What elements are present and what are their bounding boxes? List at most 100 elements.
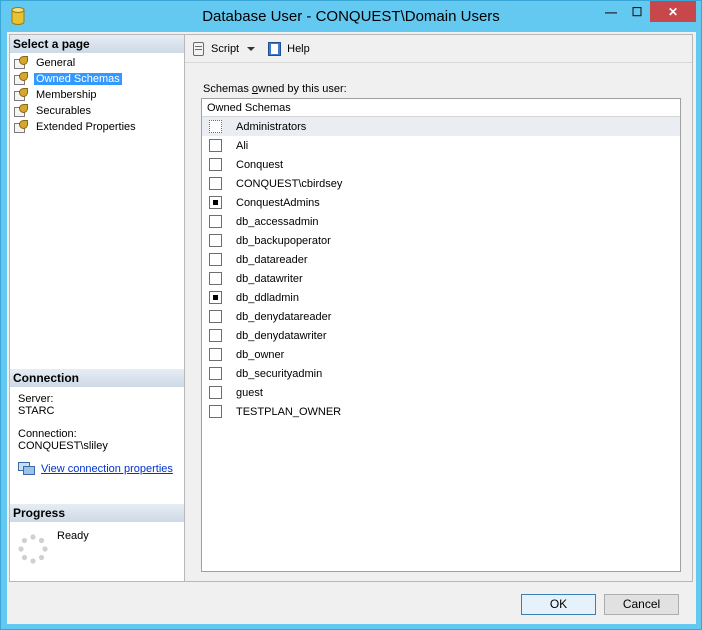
- schema-checkbox[interactable]: [209, 234, 222, 247]
- schema-checkbox[interactable]: [209, 405, 222, 418]
- page-wrench-icon: [13, 120, 29, 134]
- window-title: Database User - CONQUEST\Domain Users: [202, 8, 500, 25]
- schema-row[interactable]: db_datawriter: [202, 269, 680, 288]
- script-button[interactable]: Script: [191, 41, 256, 57]
- schema-checkbox[interactable]: [209, 139, 222, 152]
- schema-row[interactable]: Conquest: [202, 155, 680, 174]
- progress-spinner-icon: [18, 534, 48, 564]
- dialog-client: Select a page General Owned Schemas Member…: [7, 32, 696, 624]
- schema-row[interactable]: guest: [202, 383, 680, 402]
- help-button[interactable]: Help: [267, 41, 310, 57]
- connection-header: Connection: [10, 369, 184, 387]
- page-item-label: Extended Properties: [36, 121, 136, 133]
- schema-name: db_datareader: [236, 253, 308, 266]
- page-wrench-icon: [13, 72, 29, 86]
- schema-row[interactable]: db_backupoperator: [202, 231, 680, 250]
- schema-name: db_accessadmin: [236, 215, 319, 228]
- schema-name: db_securityadmin: [236, 367, 323, 380]
- page-item-label: General: [36, 57, 76, 69]
- schema-checkbox[interactable]: [209, 348, 222, 361]
- schema-checkbox[interactable]: [209, 120, 222, 133]
- schema-row[interactable]: db_securityadmin: [202, 364, 680, 383]
- server-value: STARC: [18, 405, 55, 417]
- dialog-window: Database User - CONQUEST\Domain Users — …: [0, 0, 702, 630]
- schema-row[interactable]: ConquestAdmins: [202, 193, 680, 212]
- schema-name: db_denydatareader: [236, 310, 332, 323]
- help-label: Help: [287, 42, 310, 55]
- schema-name: db_owner: [236, 348, 285, 361]
- page-item-label: Membership: [36, 89, 97, 101]
- dialog-footer: OK Cancel: [7, 584, 696, 624]
- schema-row[interactable]: db_denydatawriter: [202, 326, 680, 345]
- schema-row[interactable]: db_datareader: [202, 250, 680, 269]
- schema-name: guest: [236, 386, 263, 399]
- view-connection-properties-link[interactable]: View connection properties: [41, 463, 173, 475]
- schema-checkbox[interactable]: [209, 291, 222, 304]
- toolbar: Script Help: [185, 35, 692, 63]
- schema-name: TESTPLAN_OWNER: [236, 405, 342, 418]
- owned-schemas-grid: Owned Schemas Administrators Ali Conquest C…: [201, 98, 681, 572]
- schema-row[interactable]: db_owner: [202, 345, 680, 364]
- schema-checkbox[interactable]: [209, 386, 222, 399]
- page-item-extended-properties[interactable]: Extended Properties: [10, 119, 184, 135]
- page-item-label: Owned Schemas: [34, 73, 122, 85]
- page-list: General Owned Schemas Membership Securables…: [10, 53, 184, 135]
- page-item-label: Securables: [36, 105, 92, 117]
- script-icon: [191, 41, 207, 57]
- schema-row[interactable]: TESTPLAN_OWNER: [202, 402, 680, 421]
- connection-label: Connection:: [18, 428, 77, 440]
- title-bar[interactable]: Database User - CONQUEST\Domain Users — …: [1, 1, 701, 31]
- schema-checkbox[interactable]: [209, 310, 222, 323]
- cancel-button[interactable]: Cancel: [604, 594, 679, 615]
- connection-properties-icon: [18, 462, 36, 476]
- schema-row[interactable]: db_ddladmin: [202, 288, 680, 307]
- schema-checkbox[interactable]: [209, 158, 222, 171]
- progress-section: Progress Ready: [10, 504, 184, 572]
- connection-section: Connection Server: STARC Connection: CON…: [10, 369, 184, 476]
- progress-header: Progress: [10, 504, 184, 522]
- page-wrench-icon: [13, 88, 29, 102]
- schema-checkbox[interactable]: [209, 196, 222, 209]
- schema-name: ConquestAdmins: [236, 196, 320, 209]
- minimize-button[interactable]: —: [598, 1, 624, 22]
- schema-checkbox[interactable]: [209, 215, 222, 228]
- schema-name: db_ddladmin: [236, 291, 299, 304]
- server-label: Server:: [18, 393, 54, 405]
- schema-checkbox[interactable]: [209, 367, 222, 380]
- schema-name: CONQUEST\cbirdsey: [236, 177, 343, 190]
- schema-checkbox[interactable]: [209, 177, 222, 190]
- schema-row[interactable]: Ali: [202, 136, 680, 155]
- window-controls: — ☐ ✕: [598, 1, 696, 22]
- connection-value: CONQUEST\sliley: [18, 440, 108, 452]
- schemas-owned-label: Schemas owned by this user:: [203, 83, 347, 95]
- maximize-button[interactable]: ☐: [624, 1, 650, 22]
- schema-row[interactable]: Administrators: [202, 117, 680, 136]
- schema-name: Ali: [236, 139, 249, 152]
- page-item-general[interactable]: General: [10, 55, 184, 71]
- schema-row[interactable]: db_denydatareader: [202, 307, 680, 326]
- schema-name: db_datawriter: [236, 272, 303, 285]
- chevron-down-icon[interactable]: [247, 46, 256, 51]
- ok-button[interactable]: OK: [521, 594, 596, 615]
- script-label: Script: [211, 42, 240, 55]
- left-pane: Select a page General Owned Schemas Member…: [9, 34, 185, 582]
- schema-row[interactable]: db_accessadmin: [202, 212, 680, 231]
- schema-row[interactable]: CONQUEST\cbirdsey: [202, 174, 680, 193]
- schema-checkbox[interactable]: [209, 272, 222, 285]
- schema-name: Administrators: [236, 120, 307, 133]
- help-icon: [267, 41, 283, 57]
- close-button[interactable]: ✕: [650, 1, 696, 22]
- schema-checkbox[interactable]: [209, 329, 222, 342]
- schema-name: db_denydatawriter: [236, 329, 327, 342]
- page-wrench-icon: [13, 56, 29, 70]
- schema-name: Conquest: [236, 158, 284, 171]
- page-item-securables[interactable]: Securables: [10, 103, 184, 119]
- column-header-owned-schemas: Owned Schemas: [202, 99, 680, 117]
- page-wrench-icon: [13, 104, 29, 118]
- schema-checkbox[interactable]: [209, 253, 222, 266]
- select-page-header: Select a page: [10, 35, 184, 53]
- page-item-owned-schemas[interactable]: Owned Schemas: [10, 71, 184, 87]
- right-pane: Script Help Schemas owned by this user: …: [185, 34, 693, 582]
- page-item-membership[interactable]: Membership: [10, 87, 184, 103]
- schema-name: db_backupoperator: [236, 234, 331, 247]
